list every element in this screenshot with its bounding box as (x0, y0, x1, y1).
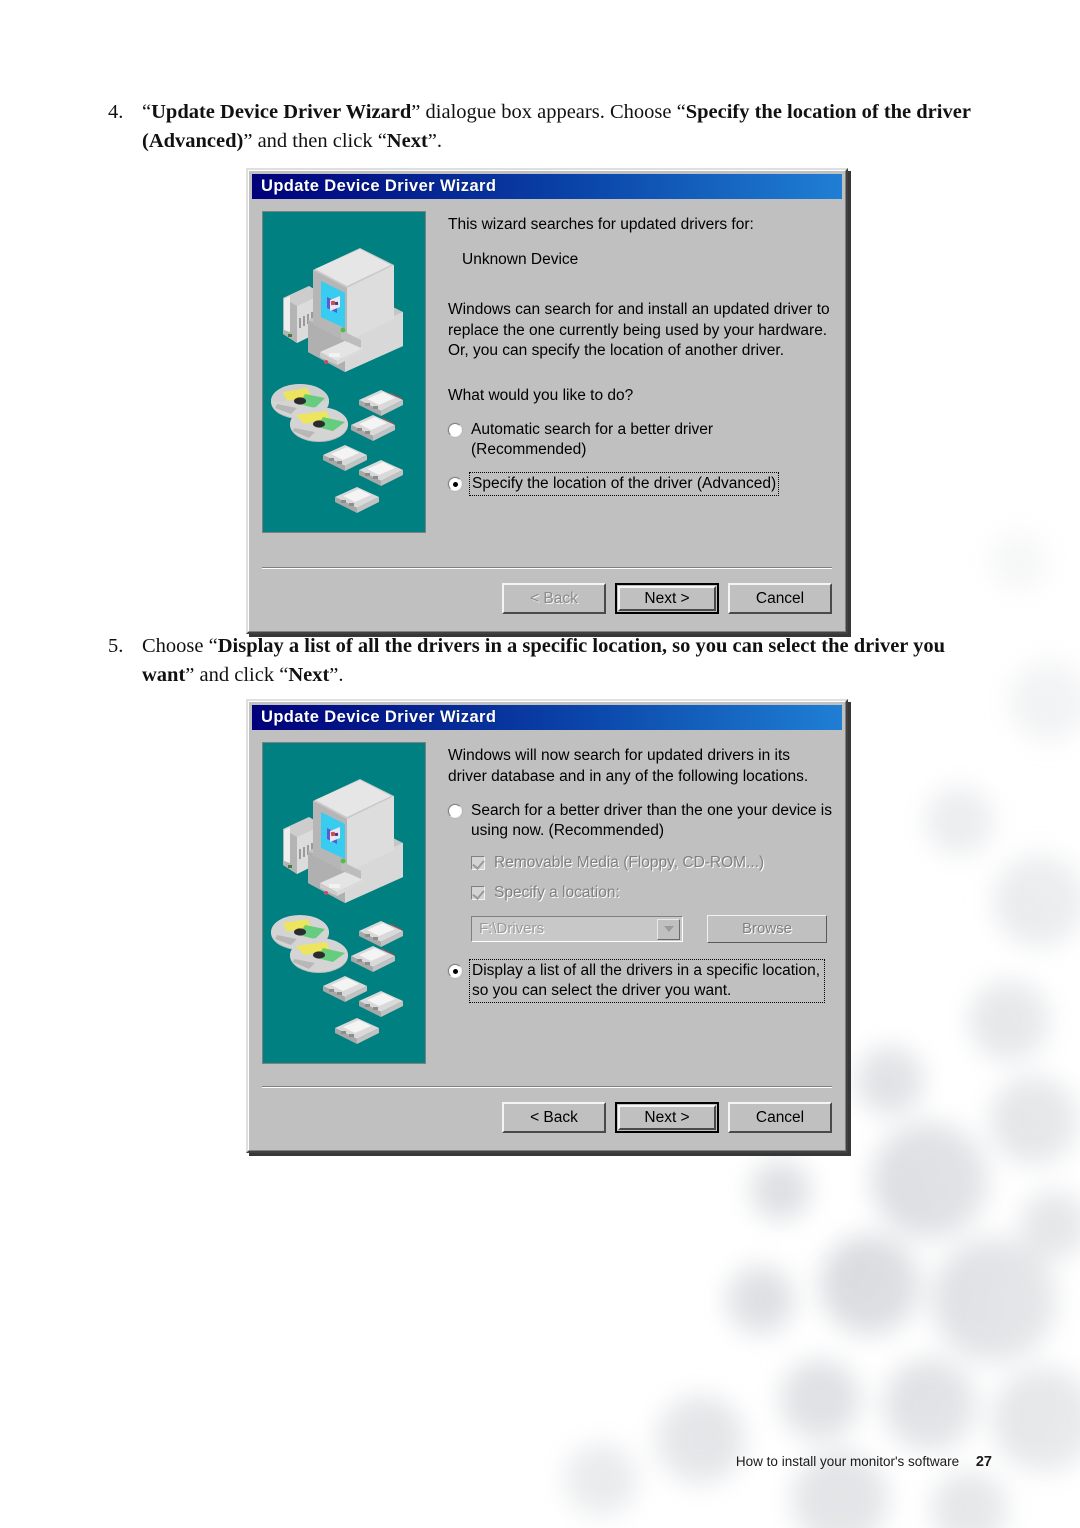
dialog-1-title: Update Device Driver Wizard (261, 177, 497, 195)
step-5-number: 5. (108, 635, 124, 657)
chevron-down-icon[interactable] (657, 918, 680, 940)
radio-automatic-search-label: Automatic search for a better driver (Re… (471, 421, 714, 458)
dialog-1-explanation: Windows can search for and install an up… (448, 301, 830, 359)
wizard-illustration-1 (262, 211, 426, 533)
checkbox-specify-location-label: Specify a location: (494, 884, 620, 901)
step-5-body: Choose “Display a list of all the driver… (142, 635, 946, 686)
page-number: 27 (975, 1454, 992, 1470)
dialog-1-device-name: Unknown Device (462, 250, 579, 268)
checkbox-specify-location[interactable]: Specify a location: (448, 883, 832, 903)
checkbox-checked-disabled-icon[interactable] (471, 856, 485, 870)
radio-search-better-driver[interactable]: Search for a better driver than the one … (448, 801, 832, 841)
dialog-1-content: This wizard searches for updated drivers… (426, 211, 832, 533)
dialog-1-intro: This wizard searches for updated drivers… (448, 216, 754, 233)
dialog-1-button-bar: < Back Next > Cancel (252, 569, 842, 628)
step-4-number: 4. (108, 101, 124, 123)
checkbox-checked-disabled-icon[interactable] (471, 886, 485, 900)
step-4-body: “Update Device Driver Wizard” dialogue b… (142, 101, 971, 152)
dialog-2-title-bar: Update Device Driver Wizard (252, 705, 842, 730)
step-5-text: 5. Choose “Display a list of all the dri… (108, 632, 992, 690)
radio-button-icon[interactable] (448, 423, 462, 437)
step-4-text: 4. “Update Device Driver Wizard” dialogu… (108, 98, 992, 156)
radio-search-better-driver-label: Search for a better driver than the one … (471, 802, 833, 839)
dialog-2-content: Windows will now search for updated driv… (426, 742, 832, 1064)
radio-display-list[interactable]: Display a list of all the drivers in a s… (448, 959, 832, 1003)
wizard-illustration-2 (262, 742, 426, 1064)
cancel-button[interactable]: Cancel (728, 1102, 832, 1133)
checkbox-removable-media[interactable]: Removable Media (Floppy, CD-ROM...) (448, 853, 832, 873)
location-combobox[interactable]: F:\Drivers (471, 916, 683, 942)
radio-button-icon[interactable] (448, 804, 462, 818)
radio-button-selected-icon[interactable] (448, 964, 462, 978)
location-row: F:\Drivers Browse (448, 915, 832, 943)
footer-label: How to install your monitor's software (735, 1454, 960, 1469)
radio-specify-location-label: Specify the location of the driver (Adva… (468, 472, 780, 496)
back-button[interactable]: < Back (502, 1102, 606, 1133)
radio-specify-location[interactable]: Specify the location of the driver (Adva… (448, 472, 832, 496)
checkbox-removable-media-label: Removable Media (Floppy, CD-ROM...) (494, 854, 765, 871)
dialog-1-question: What would you like to do? (448, 386, 634, 404)
browse-button[interactable]: Browse (707, 915, 827, 943)
radio-button-selected-icon[interactable] (448, 477, 462, 491)
page-footer: How to install your monitor's software 2… (736, 1454, 992, 1470)
cancel-button[interactable]: Cancel (728, 583, 832, 614)
dialog-2-title: Update Device Driver Wizard (261, 708, 497, 726)
update-device-driver-wizard-dialog-2[interactable]: Update Device Driver Wizard Windows will… (246, 699, 848, 1153)
radio-automatic-search[interactable]: Automatic search for a better driver (Re… (448, 420, 832, 460)
radio-display-list-label: Display a list of all the drivers in a s… (469, 959, 825, 1003)
back-button[interactable]: < Back (502, 583, 606, 614)
dialog-1-title-bar: Update Device Driver Wizard (252, 174, 842, 199)
dialog-2-button-bar: < Back Next > Cancel (252, 1088, 842, 1147)
next-button[interactable]: Next > (615, 1102, 719, 1133)
update-device-driver-wizard-dialog-1[interactable]: Update Device Driver Wizard This wizard … (246, 168, 848, 634)
next-button[interactable]: Next > (615, 583, 719, 614)
location-value: F:\Drivers (479, 919, 544, 937)
dialog-2-intro: Windows will now search for updated driv… (448, 747, 809, 785)
